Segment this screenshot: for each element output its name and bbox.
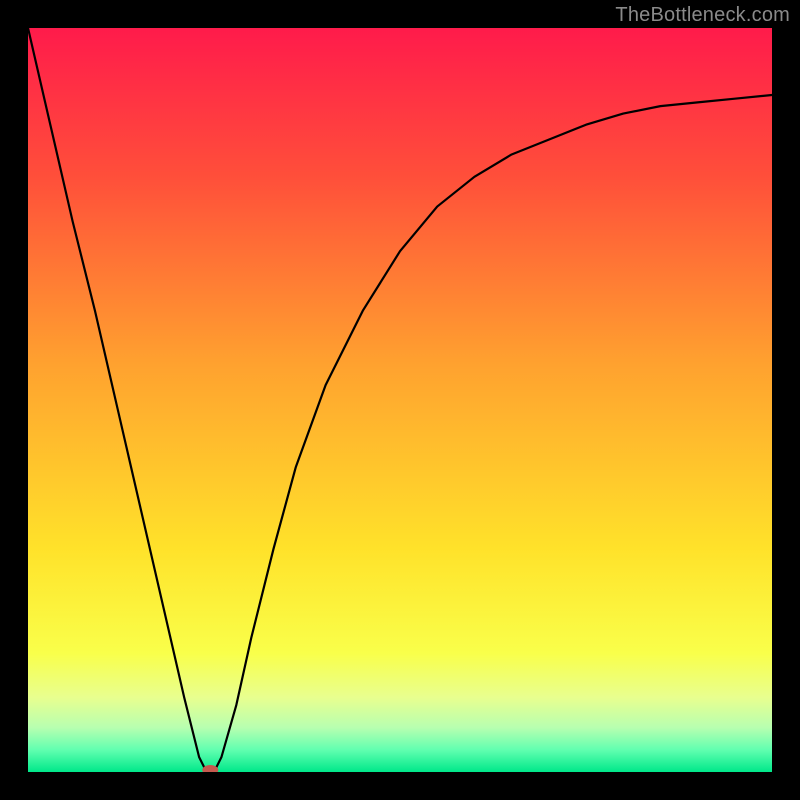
watermark-text: TheBottleneck.com bbox=[615, 4, 790, 27]
bottleneck-chart bbox=[28, 28, 772, 772]
gradient-background bbox=[28, 28, 772, 772]
chart-frame bbox=[28, 28, 772, 772]
